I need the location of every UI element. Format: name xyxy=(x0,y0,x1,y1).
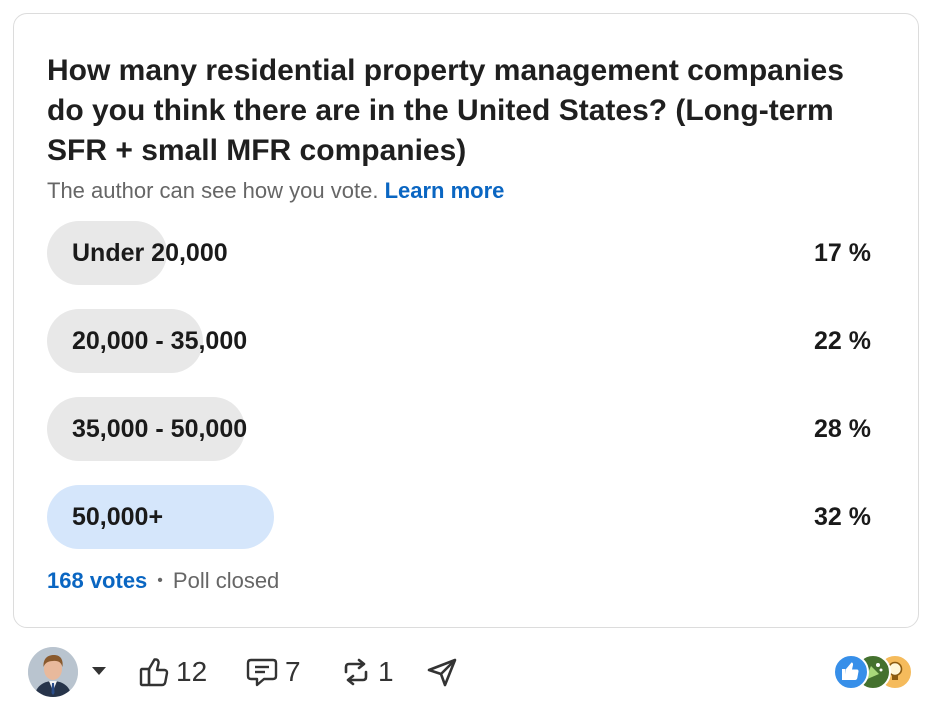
option-label: 20,000 - 35,000 xyxy=(72,327,248,355)
poll-option-under-20000[interactable]: Under 20,000 17 % xyxy=(47,221,871,285)
poll-card: How many residential property management… xyxy=(13,13,919,628)
avatar-portrait xyxy=(28,647,78,697)
option-label: Under 20,000 xyxy=(72,239,228,267)
poll-option-50000-plus[interactable]: 50,000+ 32 % xyxy=(47,485,871,549)
votes-count-link[interactable]: 168 votes xyxy=(47,568,147,594)
like-reaction-icon xyxy=(833,654,869,690)
send-button[interactable] xyxy=(426,648,458,696)
learn-more-link[interactable]: Learn more xyxy=(385,178,505,203)
poll-option-20000-35000[interactable]: 20,000 - 35,000 22 % xyxy=(47,309,871,373)
repost-button[interactable]: 1 xyxy=(340,648,394,696)
social-action-bar: 12 7 1 xyxy=(0,640,930,704)
like-button[interactable]: 12 xyxy=(138,648,207,696)
option-percent: 32 % xyxy=(814,503,871,531)
poll-option-35000-50000[interactable]: 35,000 - 50,000 28 % xyxy=(47,397,871,461)
disclaimer-text: The author can see how you vote. xyxy=(47,178,379,203)
thumbs-up-icon xyxy=(139,658,169,687)
poll-question: How many residential property management… xyxy=(47,54,844,167)
like-count: 12 xyxy=(176,656,208,687)
option-label: 35,000 - 50,000 xyxy=(72,415,248,443)
reactions-summary[interactable] xyxy=(833,654,913,690)
actor-switch-chevron-down-icon[interactable] xyxy=(90,664,108,682)
option-percent: 28 % xyxy=(814,415,871,443)
poll-status: Poll closed xyxy=(172,568,280,593)
option-percent: 22 % xyxy=(814,327,871,355)
send-icon xyxy=(427,658,457,687)
repost-icon xyxy=(344,658,368,686)
separator-dot: • xyxy=(157,572,163,589)
comment-icon xyxy=(246,658,278,687)
avatar[interactable] xyxy=(28,647,78,697)
poll-disclaimer: The author can see how you vote. Learn m… xyxy=(47,178,504,204)
repost-count: 1 xyxy=(378,656,394,687)
comment-button[interactable]: 7 xyxy=(245,648,301,696)
poll-footer: 168 votes • Poll closed xyxy=(47,568,279,594)
option-percent: 17 % xyxy=(814,239,871,267)
option-label: 50,000+ xyxy=(72,503,164,531)
comment-count: 7 xyxy=(285,656,301,687)
